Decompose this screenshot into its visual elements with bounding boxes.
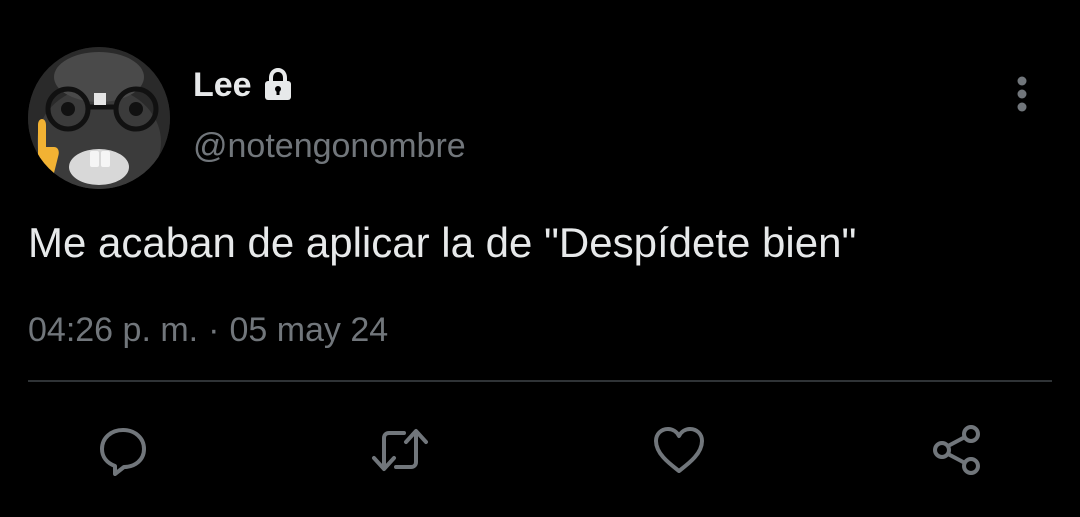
tweet-date: 05 may 24: [229, 311, 389, 349]
reply-button[interactable]: [93, 420, 153, 480]
action-bar: [0, 420, 1080, 480]
retweet-icon: [372, 429, 428, 471]
like-button[interactable]: [649, 420, 709, 480]
user-handle[interactable]: @notengonombre: [193, 124, 466, 168]
meta-separator: ·: [208, 311, 220, 349]
name-row: Lee: [193, 62, 296, 108]
divider: [28, 380, 1052, 382]
tweet-detail: Lee @notengonombre Me acaban de aplicar …: [0, 0, 1080, 517]
tweet-text: Me acaban de aplicar la de "Despídete bi…: [28, 219, 857, 266]
avatar[interactable]: [28, 47, 170, 189]
share-icon: [933, 425, 980, 475]
share-button[interactable]: [927, 420, 987, 480]
display-name[interactable]: Lee: [193, 62, 252, 108]
more-vertical-icon: [1017, 76, 1027, 112]
tweet-time: 04:26 p. m.: [28, 311, 199, 349]
retweet-button[interactable]: [370, 420, 430, 480]
avatar-image: [28, 47, 170, 189]
more-options-button[interactable]: [1002, 70, 1042, 118]
tweet-timestamp[interactable]: 04:26 p. m. · 05 may 24: [28, 306, 388, 354]
lock-icon: [260, 67, 296, 103]
comment-icon: [100, 428, 146, 476]
heart-icon: [654, 427, 704, 473]
